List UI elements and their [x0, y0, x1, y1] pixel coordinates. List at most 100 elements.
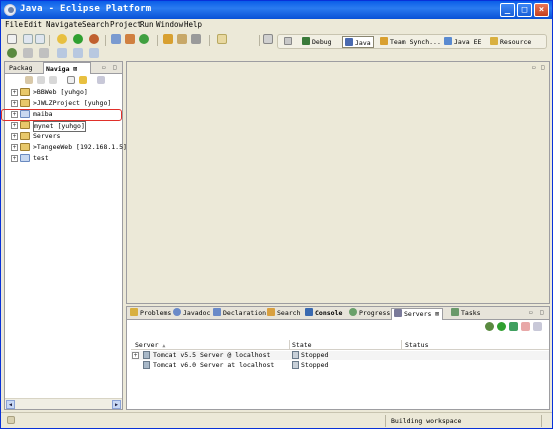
tab-console[interactable]: Console — [303, 308, 342, 320]
tab-javadoc[interactable]: Javadoc — [171, 308, 210, 320]
forward-icon[interactable] — [37, 76, 45, 84]
last-edit-icon[interactable] — [57, 48, 67, 58]
up-icon[interactable] — [49, 76, 57, 84]
back-icon[interactable] — [25, 76, 33, 84]
perspective-team-synch[interactable]: Team Synch... — [378, 36, 443, 48]
minimize-editor-icon[interactable]: ▭ — [532, 64, 536, 71]
collapse-all-icon[interactable] — [67, 76, 75, 84]
menu-run[interactable]: Run — [140, 20, 154, 29]
tree-item[interactable]: + >JWLZProject [yuhgo] — [7, 99, 121, 108]
team-synch-icon — [380, 37, 388, 45]
open-resource-icon[interactable] — [177, 34, 187, 44]
menu-navigate[interactable]: Navigate — [46, 20, 82, 29]
expand-icon[interactable]: + — [11, 89, 18, 96]
expand-icon[interactable]: + — [11, 133, 18, 140]
tree-item[interactable]: + mynet [yuhgo] — [7, 121, 121, 132]
annotation-icon[interactable] — [217, 34, 227, 44]
open-perspective-icon[interactable] — [263, 34, 273, 44]
column-divider[interactable] — [401, 340, 402, 350]
menu-edit[interactable]: Edit — [24, 20, 42, 29]
tree-item[interactable]: + >BBWeb [yuhgo] — [7, 88, 121, 97]
stop-server-icon[interactable] — [521, 322, 530, 331]
fast-view-icon[interactable] — [7, 416, 15, 424]
navigator-toolbar — [5, 74, 122, 87]
tree-item-label: >JWLZProject [yuhgo] — [33, 99, 112, 107]
tab-declaration[interactable]: Declaration — [211, 308, 266, 320]
expand-icon[interactable]: + — [11, 122, 18, 129]
menu-help[interactable]: Help — [184, 20, 202, 29]
maximize-view-icon[interactable]: □ — [540, 309, 544, 316]
save-icon[interactable] — [23, 34, 33, 44]
tab-label: Tasks — [461, 309, 481, 317]
next-annotation-icon[interactable] — [23, 48, 33, 58]
new-icon[interactable] — [7, 34, 17, 44]
tab-problems[interactable]: Problems — [128, 308, 171, 320]
minimize-button[interactable]: _ — [500, 3, 515, 17]
tab-tasks[interactable]: Tasks — [449, 308, 481, 320]
tab-servers[interactable]: Servers ⊠ — [391, 308, 443, 320]
perspective-debug[interactable]: Debug — [300, 36, 334, 48]
tab-package-explorer[interactable]: Packag — [7, 62, 43, 74]
previous-annotation-icon[interactable] — [39, 48, 49, 58]
perspective-java-ee[interactable]: Java EE — [442, 36, 483, 48]
title-bar[interactable]: Java - Eclipse Platform _ □ × — [1, 1, 552, 19]
new-package-icon[interactable] — [125, 34, 135, 44]
server-row[interactable]: Tomcat v6.0 Server at localhost Stopped — [131, 361, 549, 370]
back-icon[interactable] — [73, 48, 83, 58]
run-icon[interactable] — [73, 34, 83, 44]
scroll-right-icon[interactable]: ▶ — [112, 400, 121, 409]
publish-icon[interactable] — [533, 322, 542, 331]
skip-breakpoints-icon[interactable] — [7, 48, 17, 58]
tab-navigator[interactable]: Naviga ⊠ — [43, 62, 91, 74]
start-server-icon[interactable] — [497, 322, 506, 331]
expand-icon[interactable]: + — [132, 352, 139, 359]
perspective-label: Team Synch... — [390, 38, 441, 46]
tree-item[interactable]: + test — [7, 154, 121, 163]
save-all-icon[interactable] — [35, 34, 45, 44]
navigator-tabs: Packag Naviga ⊠ ▭ □ — [5, 62, 122, 74]
profile-server-icon[interactable] — [509, 322, 518, 331]
menu-search[interactable]: Search — [82, 20, 109, 29]
expand-icon[interactable]: + — [11, 100, 18, 107]
toolbar-separator — [157, 35, 158, 46]
search-icon[interactable] — [191, 34, 201, 44]
perspective-java[interactable]: Java — [342, 36, 374, 48]
minimize-view-icon[interactable]: ▭ — [529, 309, 533, 316]
editor-area[interactable]: ▭ □ — [126, 61, 550, 304]
external-tools-icon[interactable] — [89, 34, 99, 44]
new-java-project-icon[interactable] — [111, 34, 121, 44]
menu-window[interactable]: Window — [156, 20, 183, 29]
tab-progress[interactable]: Progress — [347, 308, 390, 320]
debug-server-icon[interactable] — [485, 322, 494, 331]
tab-label: Progress — [359, 309, 391, 317]
view-menu-icon[interactable] — [97, 76, 105, 84]
maximize-view-icon[interactable]: □ — [113, 64, 117, 71]
tab-search[interactable]: Search — [265, 308, 300, 320]
tree-item[interactable]: + >TangeeWeb [192.168.1.5] — [7, 143, 127, 152]
column-status[interactable]: Status — [405, 340, 428, 350]
debug-run-icon[interactable] — [57, 34, 67, 44]
column-divider[interactable] — [289, 340, 290, 350]
column-state[interactable]: State — [292, 340, 312, 350]
toggle-perspectives-button[interactable] — [282, 36, 296, 48]
link-with-editor-icon[interactable] — [79, 76, 87, 84]
expand-icon[interactable]: + — [11, 155, 18, 162]
maximize-button[interactable]: □ — [517, 3, 532, 17]
perspective-resource[interactable]: Resource — [488, 36, 533, 48]
expand-icon[interactable]: + — [11, 144, 18, 151]
horizontal-scrollbar[interactable]: ◀ ▶ — [5, 398, 122, 409]
close-button[interactable]: × — [534, 3, 549, 17]
maximize-editor-icon[interactable]: □ — [541, 64, 545, 71]
minimize-view-icon[interactable]: ▭ — [102, 64, 106, 71]
tree-item[interactable]: + Servers — [7, 132, 121, 141]
server-row[interactable]: + Tomcat v5.5 Server @ localhost Stopped — [131, 351, 549, 360]
tab-label: Javadoc — [183, 309, 211, 317]
open-type-icon[interactable] — [163, 34, 173, 44]
menu-file[interactable]: File — [5, 20, 23, 29]
new-class-icon[interactable] — [139, 34, 149, 44]
column-server[interactable]: Server ▲ — [135, 340, 165, 351]
tree-item-label: test — [33, 154, 49, 162]
scroll-left-icon[interactable]: ◀ — [6, 400, 15, 409]
forward-icon[interactable] — [89, 48, 99, 58]
menu-project[interactable]: Project — [110, 20, 142, 29]
